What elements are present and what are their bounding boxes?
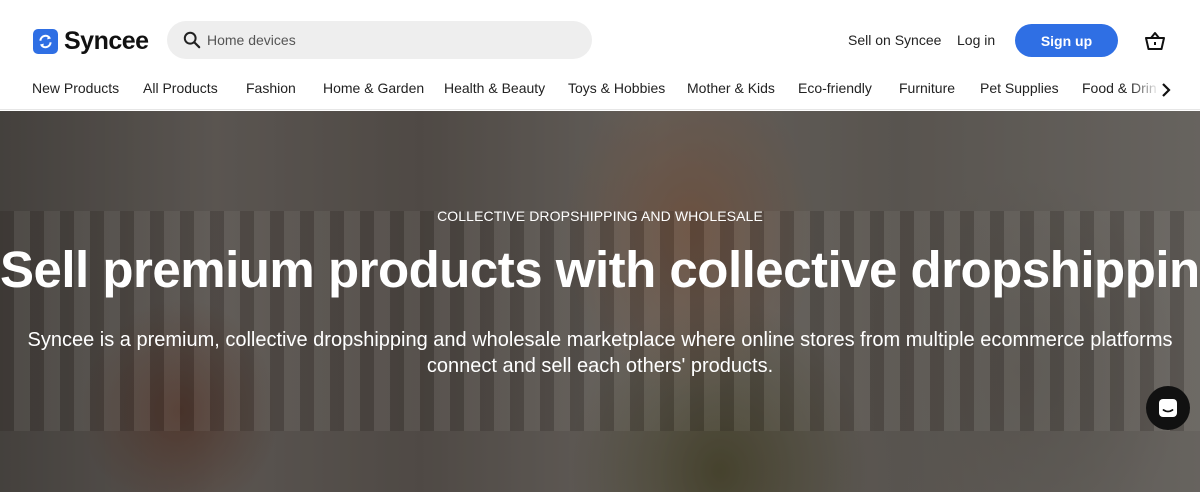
category-item[interactable]: Eco-friendly: [798, 80, 872, 96]
category-item[interactable]: Pet Supplies: [980, 80, 1059, 96]
logo-text: Syncee: [64, 26, 149, 55]
hero-banner: [0, 111, 1200, 492]
chat-launcher-button[interactable]: [1146, 386, 1190, 430]
syncee-logo[interactable]: Syncee: [33, 26, 149, 55]
hero-overlay: [0, 111, 1200, 492]
category-item[interactable]: Toys & Hobbies: [568, 80, 665, 96]
category-item[interactable]: Mother & Kids: [687, 80, 775, 96]
site-header: Syncee Sell on Syncee Log in Sign up New…: [0, 0, 1200, 110]
chevron-right-icon: [1162, 83, 1171, 97]
category-item[interactable]: All Products: [143, 80, 218, 96]
category-nav: New Products All Products Fashion Home &…: [0, 80, 1200, 100]
hero-headline: Sell premium products with collective dr…: [0, 241, 1200, 298]
category-item[interactable]: Health & Beauty: [444, 80, 545, 96]
category-item[interactable]: New Products: [32, 80, 119, 96]
category-item[interactable]: Furniture: [899, 80, 955, 96]
search-icon: [183, 31, 201, 49]
search-bar[interactable]: [167, 21, 592, 59]
login-link[interactable]: Log in: [957, 32, 995, 48]
hero-subheading-line: Syncee is a premium, collective dropship…: [27, 329, 1173, 351]
signup-button[interactable]: Sign up: [1015, 24, 1118, 57]
category-item[interactable]: Fashion: [246, 80, 296, 96]
chat-icon: [1159, 399, 1177, 417]
hero-subheading: Syncee is a premium, collective dropship…: [0, 327, 1200, 379]
category-next-button[interactable]: [1156, 80, 1176, 100]
sync-logo-icon: [33, 28, 58, 54]
top-bar: Syncee Sell on Syncee Log in Sign up: [0, 6, 1200, 74]
sell-on-syncee-link[interactable]: Sell on Syncee: [848, 32, 941, 48]
category-item[interactable]: Home & Garden: [323, 80, 424, 96]
cart-icon[interactable]: [1144, 31, 1166, 51]
search-input[interactable]: [207, 32, 567, 48]
hero-eyebrow: COLLECTIVE DROPSHIPPING AND WHOLESALE: [437, 208, 763, 224]
hero-subheading-line: connect and sell each others' products.: [426, 355, 774, 377]
